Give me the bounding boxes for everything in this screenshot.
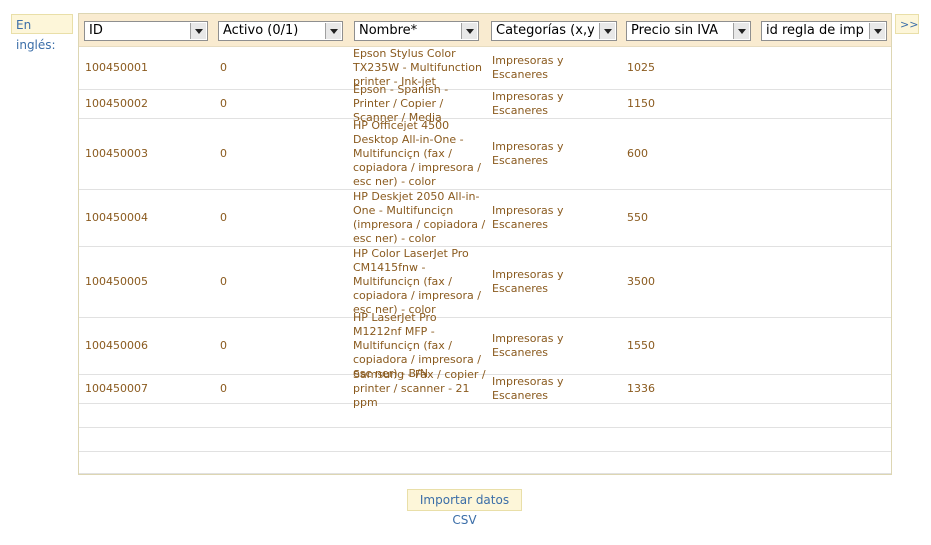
next-columns-button[interactable]: >> bbox=[895, 14, 919, 34]
cell-category: Impresoras y Escaneres bbox=[492, 54, 564, 81]
chevron-down-icon[interactable] bbox=[599, 23, 615, 39]
cell-price: 1025 bbox=[627, 61, 655, 74]
column-select-label: ID bbox=[89, 23, 103, 38]
cell-price: 1150 bbox=[627, 97, 655, 110]
column-select-categories[interactable]: Categorías (x,y,z bbox=[491, 21, 617, 41]
cell-active: 0 bbox=[220, 61, 227, 74]
column-select-label: Nombre* bbox=[359, 23, 418, 38]
cell-price: 1336 bbox=[627, 382, 655, 395]
cell-name: HP Deskjet 2050 All-in-One - Multifunciç… bbox=[353, 190, 486, 245]
cell-active: 0 bbox=[220, 97, 227, 110]
table-row: 100450005 0 HP Color LaserJet Pro CM1415… bbox=[79, 247, 891, 318]
cell-name: Epson - Spanish - Printer / Copier / Sca… bbox=[353, 83, 449, 124]
cell-category: Impresoras y Escaneres bbox=[492, 140, 564, 167]
import-table: ID Activo (0/1) Nombre* Categorías (x,y,… bbox=[78, 13, 892, 475]
cell-id: 100450003 bbox=[85, 147, 148, 160]
empty-row bbox=[79, 404, 891, 428]
column-select-active[interactable]: Activo (0/1) bbox=[218, 21, 343, 41]
column-select-label: id regla de impue bbox=[766, 23, 864, 38]
cell-active: 0 bbox=[220, 339, 227, 352]
column-select-label: Categorías (x,y,z bbox=[496, 23, 594, 38]
import-csv-button[interactable]: Importar datos CSV bbox=[407, 489, 522, 527]
cell-name: Samsung - Fax / copier / printer / scann… bbox=[353, 368, 486, 409]
column-select-label: Precio sin IVA bbox=[631, 23, 719, 38]
cell-name: HP LaserJet Pro M1212nf MFP - Multifunci… bbox=[353, 311, 481, 380]
empty-row bbox=[79, 452, 891, 474]
cell-id: 100450001 bbox=[85, 61, 148, 74]
lang-english-tab[interactable]: En inglés: bbox=[11, 14, 73, 52]
cell-category: Impresoras y Escaneres bbox=[492, 375, 564, 402]
column-select-name[interactable]: Nombre* bbox=[354, 21, 479, 41]
empty-row bbox=[79, 428, 891, 452]
column-select-price[interactable]: Precio sin IVA bbox=[626, 21, 751, 41]
table-row: 100450004 0 HP Deskjet 2050 All-in-One -… bbox=[79, 190, 891, 247]
column-select-label: Activo (0/1) bbox=[223, 23, 299, 38]
cell-id: 100450002 bbox=[85, 97, 148, 110]
cell-id: 100450006 bbox=[85, 339, 148, 352]
cell-active: 0 bbox=[220, 275, 227, 288]
column-mapping-header: ID Activo (0/1) Nombre* Categorías (x,y,… bbox=[79, 14, 891, 47]
cell-category: Impresoras y Escaneres bbox=[492, 268, 564, 295]
cell-price: 550 bbox=[627, 211, 648, 224]
chevron-down-icon[interactable] bbox=[733, 23, 749, 39]
chevron-down-icon[interactable] bbox=[190, 23, 206, 39]
table-row: 100450003 0 HP Officejet 4500 Desktop Al… bbox=[79, 119, 891, 190]
cell-name: HP Color LaserJet Pro CM1415fnw - Multif… bbox=[353, 247, 481, 316]
table-row: 100450007 0 Samsung - Fax / copier / pri… bbox=[79, 368, 891, 409]
cell-id: 100450007 bbox=[85, 382, 148, 395]
cell-category: Impresoras y Escaneres bbox=[492, 90, 564, 117]
chevron-down-icon[interactable] bbox=[325, 23, 341, 39]
table-row: 100450002 0 Epson - Spanish - Printer / … bbox=[79, 83, 891, 124]
cell-price: 3500 bbox=[627, 275, 655, 288]
cell-active: 0 bbox=[220, 147, 227, 160]
cell-name: HP Officejet 4500 Desktop All-in-One - M… bbox=[353, 119, 481, 188]
cell-id: 100450005 bbox=[85, 275, 148, 288]
cell-id: 100450004 bbox=[85, 211, 148, 224]
chevron-down-icon[interactable] bbox=[869, 23, 885, 39]
cell-price: 1550 bbox=[627, 339, 655, 352]
cell-category: Impresoras y Escaneres bbox=[492, 204, 564, 231]
cell-active: 0 bbox=[220, 211, 227, 224]
table-row: 100450006 0 HP LaserJet Pro M1212nf MFP … bbox=[79, 311, 891, 380]
chevron-down-icon[interactable] bbox=[461, 23, 477, 39]
column-select-id[interactable]: ID bbox=[84, 21, 208, 41]
cell-active: 0 bbox=[220, 382, 227, 395]
cell-category: Impresoras y Escaneres bbox=[492, 332, 564, 359]
column-select-tax-rule[interactable]: id regla de impue bbox=[761, 21, 887, 41]
cell-price: 600 bbox=[627, 147, 648, 160]
